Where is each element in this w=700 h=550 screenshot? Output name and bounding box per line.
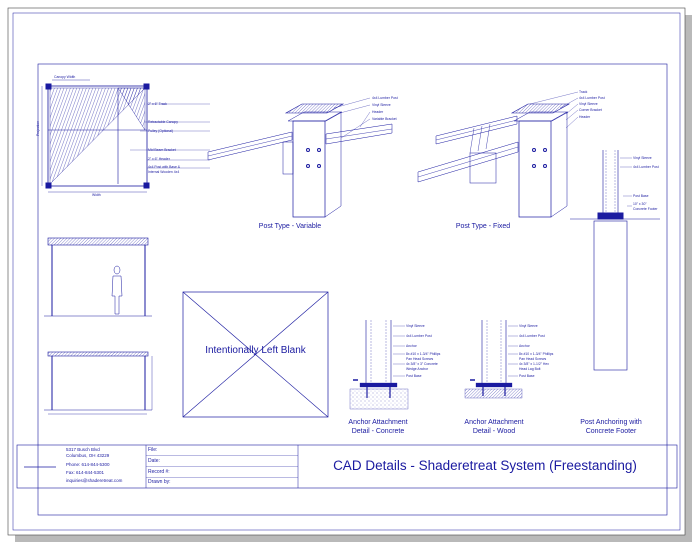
plan-label-track: 2" x 6" Track <box>148 102 167 106</box>
wood-label-4: Pan Head Screws <box>519 357 547 361</box>
company-email: inquiries@shaderetreat.com <box>66 478 123 483</box>
fixed-label-sleeve: Vinyl Sleeve <box>579 102 598 106</box>
caption-anchor-concrete-1: Anchor Attachment <box>348 419 408 426</box>
field-date: Date: <box>148 458 160 464</box>
plan-label-projection: Projection <box>36 120 40 136</box>
fixed-label-bracket: Corner Bracket <box>579 108 602 112</box>
plan-label-header: 2" x 6" Header <box>148 157 170 161</box>
concrete-label-3: 8x #10 x 1-3/4" Phillips <box>406 352 441 356</box>
wood-label-2: Anchor <box>519 344 530 348</box>
sheet-paper <box>7 7 686 536</box>
concrete-label-0: Vinyl Sleeve <box>406 324 425 328</box>
caption-anchor-wood-1: Anchor Attachment <box>464 419 524 426</box>
company-phone: Phone: 614-844-5300 <box>66 462 110 467</box>
caption-post-footer-1: Post Anchoring with <box>580 419 642 426</box>
footer-label-post: 4x4 Lumber Post <box>633 165 659 169</box>
caption-post-footer-2: Concrete Footer <box>585 428 637 435</box>
plan-label-canopy: Retractable Canopy <box>148 120 178 124</box>
caption-blank: Intentionally Left Blank <box>205 345 306 356</box>
concrete-label-2: Anchor <box>406 344 417 348</box>
concrete-label-5: 4x 3/8" x 3" Concrete <box>406 362 438 366</box>
variable-label-header: Header <box>372 110 384 114</box>
variable-label-sleeve: Vinyl Sleeve <box>372 103 391 107</box>
plan-label-mid-beam: Mid Beam Bracket <box>148 148 176 152</box>
field-file: File: <box>148 447 158 453</box>
footer-label-size: 10" x 30" <box>633 202 647 206</box>
concrete-label-7: Post Base <box>406 374 422 378</box>
fixed-label-track: Track <box>579 90 588 94</box>
variable-label-bracket: Variable Bracket <box>372 117 397 121</box>
footer-label-sleeve: Vinyl Sleeve <box>633 156 652 160</box>
concrete-label-6: Wedge Anchor <box>406 367 429 371</box>
wood-label-7: Post Base <box>519 374 535 378</box>
plan-label-canopy-width: Canopy Width <box>54 75 76 79</box>
company-fax: Fax: 614-844-5301 <box>66 470 105 475</box>
plan-label-post-2: Internal Wooden 4x4 <box>148 170 180 174</box>
caption-anchor-wood-2: Detail - Wood <box>472 428 516 435</box>
concrete-label-1: 4x4 Lumber Post <box>406 334 432 338</box>
field-drawn-by: Drawn by: <box>148 479 171 485</box>
caption-anchor-concrete-2: Detail - Concrete <box>351 428 405 435</box>
footer-label-base: Post Base <box>633 194 649 198</box>
variable-label-post: 4x4 Lumber Post <box>372 96 398 100</box>
caption-post-variable: Post Type - Variable <box>258 223 322 230</box>
wood-label-3: 8x #10 x 1-3/4" Phillips <box>519 352 554 356</box>
wood-label-0: Vinyl Sleeve <box>519 324 538 328</box>
drawing-title: CAD Details - Shaderetreat System (Frees… <box>333 458 637 473</box>
fixed-label-header: Header <box>579 115 591 119</box>
plan-label-pulley: Pulley (Optional) <box>148 129 174 133</box>
wood-label-6: Head Lag Bolt <box>519 367 541 371</box>
company-address-line1: 5317 Busch Blvd <box>66 447 100 452</box>
caption-post-fixed: Post Type - Fixed <box>455 223 511 230</box>
company-address-line2: Columbus, OH 43229 <box>66 453 110 458</box>
field-record: Record #: <box>148 469 170 475</box>
footer-label-footer: Concrete Footer <box>633 207 658 211</box>
plan-label-post-1: 4x4 Post with Base & <box>148 165 181 169</box>
fixed-label-post: 4x4 Lumber Post <box>579 96 605 100</box>
wood-label-1: 4x4 Lumber Post <box>519 334 545 338</box>
plan-label-width: Width <box>92 193 101 197</box>
wood-label-5: 4x 3/8" x 1-1/2" Hex <box>519 362 549 366</box>
concrete-label-4: Pan Head Screws <box>406 357 434 361</box>
